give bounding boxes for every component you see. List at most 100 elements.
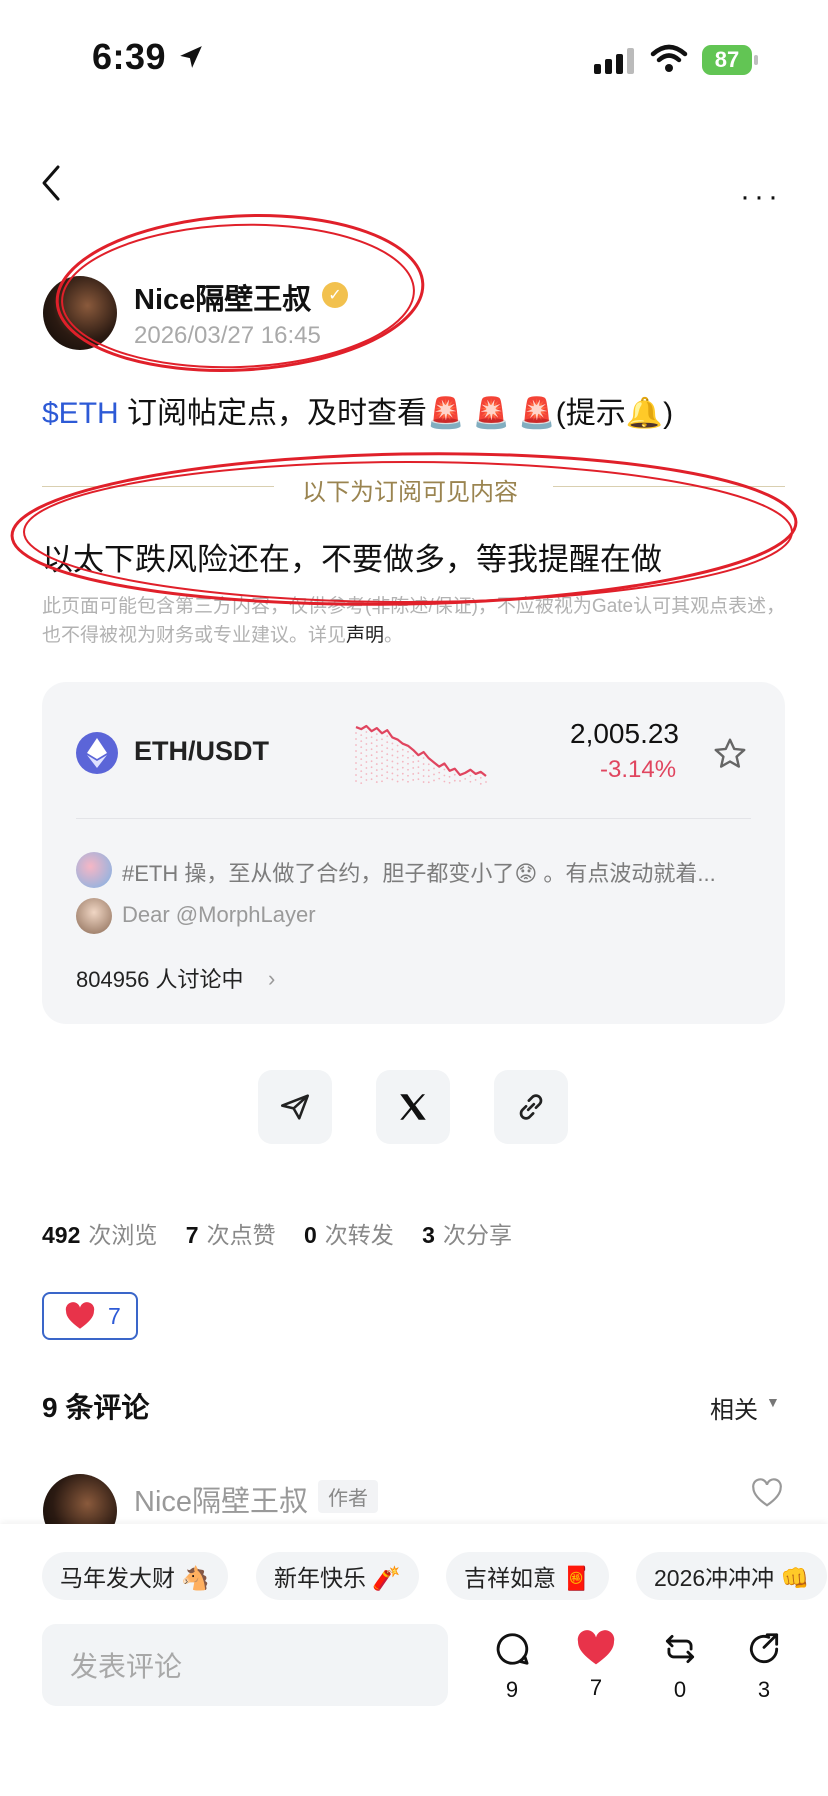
sparkline-fill-dot bbox=[375, 763, 378, 765]
quick-reply-chip[interactable]: 吉祥如意 🧧 bbox=[446, 1552, 610, 1600]
sparkline-fill-dot bbox=[401, 754, 404, 757]
sparkline-fill-dot bbox=[469, 780, 472, 783]
share-telegram-button[interactable] bbox=[258, 1070, 332, 1144]
sparkline-fill-dot bbox=[427, 781, 430, 784]
author-name[interactable]: Nice隔壁王叔 bbox=[134, 276, 311, 318]
favorite-star-icon[interactable] bbox=[712, 736, 748, 772]
sparkline-fill-dot bbox=[375, 745, 378, 747]
author-avatar[interactable] bbox=[43, 276, 117, 350]
sparkline-fill-dot bbox=[401, 760, 404, 763]
sparkline-fill-dot bbox=[396, 780, 399, 783]
sparkline-fill-dot bbox=[427, 763, 430, 766]
sparkline-fill-dot bbox=[355, 744, 357, 746]
sparkline-fill-dot bbox=[365, 731, 368, 733]
post-stats: 492 次浏览 7 次点赞 0 次转发 3 次分享 bbox=[42, 1222, 512, 1248]
heart-icon bbox=[65, 1302, 95, 1329]
sparkline-fill-dot bbox=[360, 776, 363, 779]
share-x-button[interactable] bbox=[376, 1070, 450, 1144]
disclaimer-text: 此页面可能包含第三方内容，仅供参考(非陈述/保证)，不应被视为Gate认可其观点… bbox=[42, 596, 786, 646]
quick-reply-chip[interactable]: 新年快乐 🧨 bbox=[256, 1552, 420, 1600]
sparkline-fill-dot bbox=[453, 773, 456, 776]
sparkline-fill-dot bbox=[407, 780, 409, 783]
sparkline-fill-dot bbox=[370, 736, 373, 739]
sparkline-fill-dot bbox=[355, 780, 357, 782]
disclaimer-link[interactable]: 声明 bbox=[346, 625, 384, 646]
price-change: -3.14% bbox=[600, 756, 677, 783]
comment-input[interactable]: 发表评论 bbox=[42, 1624, 448, 1706]
like-reaction-chip[interactable]: 7 bbox=[42, 1292, 138, 1340]
sparkline-fill-dot bbox=[360, 740, 363, 743]
sparkline-fill-dot bbox=[401, 772, 404, 775]
comment-bubble-icon bbox=[496, 1633, 529, 1665]
sparkline-fill-dot bbox=[355, 732, 357, 734]
sparkline-fill-dot bbox=[417, 778, 420, 781]
repost-count-button[interactable]: 0 bbox=[650, 1630, 710, 1703]
sparkline-fill-dot bbox=[412, 779, 415, 781]
sparkline-fill-dot bbox=[375, 769, 378, 771]
sparkline-fill-dot bbox=[386, 771, 389, 774]
quick-reply-chip[interactable]: 马年发大财 🐴 bbox=[42, 1552, 229, 1600]
sparkline-fill-dot bbox=[381, 780, 383, 783]
discussion-preview-1[interactable]: #ETH 操，至从做了合约，胆子都变小了😟 。有点波动就着... bbox=[122, 856, 752, 888]
discussion-preview-2[interactable]: Dear @MorphLayer bbox=[122, 902, 316, 928]
sparkline-fill-dot bbox=[401, 766, 404, 769]
sparkline-fill-dot bbox=[407, 774, 409, 777]
comment-like-icon[interactable] bbox=[750, 1478, 784, 1508]
price-value: 2,005.23 bbox=[570, 718, 679, 749]
comment-author-name[interactable]: Nice隔壁王叔 bbox=[134, 1478, 308, 1520]
sparkline-fill-dot bbox=[386, 747, 389, 750]
sparkline-fill-dot bbox=[386, 741, 389, 744]
comment-sort-dropdown[interactable]: 相关 bbox=[710, 1390, 758, 1425]
like-count-button[interactable]: 7 bbox=[566, 1630, 626, 1701]
sparkline-fill-dot bbox=[365, 755, 368, 757]
sparkline-fill-dot bbox=[375, 781, 378, 783]
sparkline-fill-dot bbox=[355, 756, 357, 758]
sparkline-fill-dot bbox=[417, 772, 420, 775]
sparkline-fill-dot bbox=[396, 750, 399, 753]
subscription-divider-left bbox=[42, 486, 274, 487]
sparkline-fill-dot bbox=[422, 781, 425, 783]
sparkline-fill-dot bbox=[443, 774, 446, 777]
sparkline-fill-dot bbox=[407, 756, 409, 759]
sparkline-fill-dot bbox=[433, 779, 435, 782]
sparkline-fill-dot bbox=[412, 761, 415, 763]
sparkline-fill-dot bbox=[396, 762, 399, 765]
sparkline-fill-dot bbox=[438, 771, 441, 774]
sparkline-fill-dot bbox=[386, 735, 389, 738]
sparkline-fill-dot bbox=[370, 742, 373, 745]
sparkline-fill-dot bbox=[391, 778, 394, 781]
sparkline-fill-dot bbox=[370, 766, 373, 769]
copy-link-button[interactable] bbox=[494, 1070, 568, 1144]
comment-count-button[interactable]: 9 bbox=[482, 1630, 542, 1703]
sparkline-fill-dot bbox=[365, 737, 368, 739]
repost-icon bbox=[665, 1634, 695, 1664]
verified-badge-icon: ✓ bbox=[322, 282, 348, 308]
quick-reply-chip[interactable]: 2026冲冲冲 👊 bbox=[636, 1552, 828, 1600]
sparkline-fill-dot bbox=[396, 756, 399, 759]
trading-pair[interactable]: ETH/USDT bbox=[134, 736, 269, 767]
sparkline-fill-dot bbox=[438, 777, 441, 780]
send-icon bbox=[280, 1094, 310, 1120]
location-arrow-icon bbox=[180, 46, 202, 68]
link-icon bbox=[519, 1094, 543, 1120]
sparkline-fill-dot bbox=[375, 751, 378, 753]
chevron-right-icon: › bbox=[268, 966, 276, 991]
sparkline-fill-dot bbox=[381, 774, 383, 777]
sparkline-fill-dot bbox=[422, 769, 425, 771]
comments-title: 9 条评论 bbox=[42, 1392, 150, 1423]
heart-filled-icon bbox=[577, 1630, 615, 1665]
sparkline-fill-dot bbox=[375, 757, 378, 759]
sparkline-fill-dot bbox=[391, 754, 394, 757]
wifi-icon bbox=[650, 44, 688, 72]
sparkline-fill-dot bbox=[433, 773, 435, 776]
sparkline-fill-dot bbox=[422, 757, 425, 759]
discussion-count-link[interactable]: 804956 人讨论中 bbox=[76, 962, 244, 994]
sparkline-fill-dot bbox=[396, 774, 399, 777]
sparkline-fill-dot bbox=[355, 762, 357, 764]
back-icon[interactable] bbox=[40, 164, 62, 202]
sparkline-fill-dot bbox=[396, 744, 399, 747]
sparkline-fill-dot bbox=[386, 765, 389, 768]
more-options-button[interactable]: ··· bbox=[740, 180, 782, 214]
eth-hashtag-link[interactable]: $ETH bbox=[42, 397, 119, 430]
share-count-button[interactable]: 3 bbox=[734, 1630, 794, 1703]
